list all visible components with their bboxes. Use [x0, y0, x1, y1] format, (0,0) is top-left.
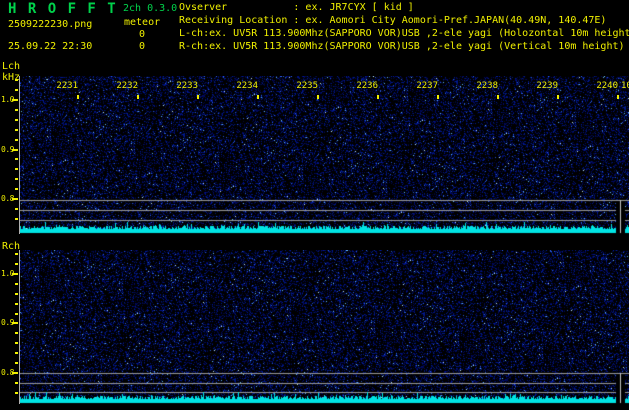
time-label-2231: 2231	[56, 81, 78, 91]
axis-tick	[377, 95, 379, 99]
rch-axis-line	[19, 250, 20, 404]
axis-tick	[15, 119, 18, 121]
axis-tick	[15, 392, 18, 394]
axis-tick	[15, 352, 18, 354]
time-label-2240: 2240	[596, 81, 618, 91]
lch-spectrogram	[20, 76, 629, 234]
axis-tick	[15, 218, 18, 220]
axis-tick	[15, 178, 18, 180]
rch-spectrogram	[20, 250, 629, 404]
lch-axis-line	[19, 76, 20, 234]
axis-tick	[77, 95, 79, 99]
axis-tick	[317, 95, 319, 99]
lch-label: Lch	[2, 61, 21, 72]
axis-tick	[617, 95, 619, 99]
axis-tick	[15, 158, 18, 160]
axis-tick	[12, 322, 18, 324]
output-filename: 2509222230.png	[8, 19, 93, 30]
time-label-2232: 2232	[116, 81, 138, 91]
time-label-clipped: 10	[621, 81, 629, 91]
info-line-location: Receiving Location : ex. Aomori City Aom…	[179, 15, 607, 26]
hrofft-screen: H R O F F T 2509222230.png 25.09.22 22:3…	[0, 0, 629, 410]
capture-timestamp: 25.09.22 22:30	[8, 41, 93, 52]
axis-tick	[15, 188, 18, 190]
axis-tick	[15, 208, 18, 210]
axis-tick	[15, 382, 18, 384]
axis-tick	[15, 293, 18, 295]
axis-tick	[15, 253, 18, 255]
info-line-rch-receiver: R-ch:ex. UV5R 113.900Mhz(SAPPORO VOR)USB…	[179, 41, 625, 52]
axis-tick	[15, 139, 18, 141]
time-label-2238: 2238	[476, 81, 498, 91]
axis-tick	[15, 79, 18, 81]
axis-tick	[12, 273, 18, 275]
meteor-count-lch: 0	[139, 29, 146, 40]
axis-tick	[137, 95, 139, 99]
axis-tick	[15, 129, 18, 131]
axis-tick	[15, 332, 18, 334]
axis-tick	[437, 95, 439, 99]
axis-tick	[15, 303, 18, 305]
axis-tick	[15, 313, 18, 315]
axis-tick	[257, 95, 259, 99]
axis-tick	[15, 342, 18, 344]
khz-unit-label: kHz	[2, 72, 21, 83]
axis-tick	[15, 362, 18, 364]
axis-tick	[557, 95, 559, 99]
rch-label: Rch	[2, 241, 21, 252]
axis-tick	[15, 168, 18, 170]
time-label-2234: 2234	[236, 81, 258, 91]
info-line-observer: Ovserver : ex. JR7CYX [ kid ]	[179, 2, 414, 13]
time-label-2237: 2237	[416, 81, 438, 91]
info-line-lch-receiver: L-ch:ex. UV5R 113.900Mhz(SAPPORO VOR)USB…	[179, 28, 629, 39]
time-label-2235: 2235	[296, 81, 318, 91]
axis-tick	[497, 95, 499, 99]
meteor-counter-label: meteor	[124, 17, 161, 28]
time-label-2236: 2236	[356, 81, 378, 91]
axis-tick	[12, 198, 18, 200]
axis-tick	[197, 95, 199, 99]
axis-tick	[15, 283, 18, 285]
axis-tick	[15, 263, 18, 265]
time-label-2239: 2239	[536, 81, 558, 91]
axis-tick	[12, 372, 18, 374]
time-label-2233: 2233	[176, 81, 198, 91]
axis-tick	[12, 99, 18, 101]
app-version: 2ch 0.3.0	[123, 3, 178, 14]
app-title: H R O F F T	[8, 1, 118, 17]
axis-tick	[12, 149, 18, 151]
axis-tick	[15, 89, 18, 91]
meteor-count-rch: 0	[139, 41, 146, 52]
axis-tick	[15, 109, 18, 111]
